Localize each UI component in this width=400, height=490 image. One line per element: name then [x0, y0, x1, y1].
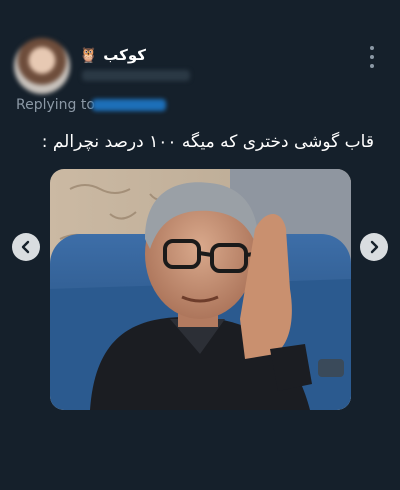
tweet-image[interactable] [50, 169, 351, 410]
mention-redacted[interactable] [92, 99, 166, 111]
photo-man-thinking [50, 169, 351, 410]
tweet-text: قاب گوشی دختری که میگه ۱۰۰ درصد نچرالم : [41, 132, 374, 152]
avatar[interactable] [14, 38, 70, 94]
chevron-left-icon[interactable] [12, 233, 40, 261]
handle-redacted [82, 70, 190, 81]
display-name[interactable]: کوکب 🦉 [79, 46, 146, 64]
chevron-right-icon[interactable] [360, 233, 388, 261]
tweet-screen: کوکب 🦉 Replying to قاب گوشی دختری که میگ… [0, 0, 400, 490]
more-options-icon[interactable] [366, 46, 378, 68]
replying-to-label: Replying to [16, 97, 95, 113]
